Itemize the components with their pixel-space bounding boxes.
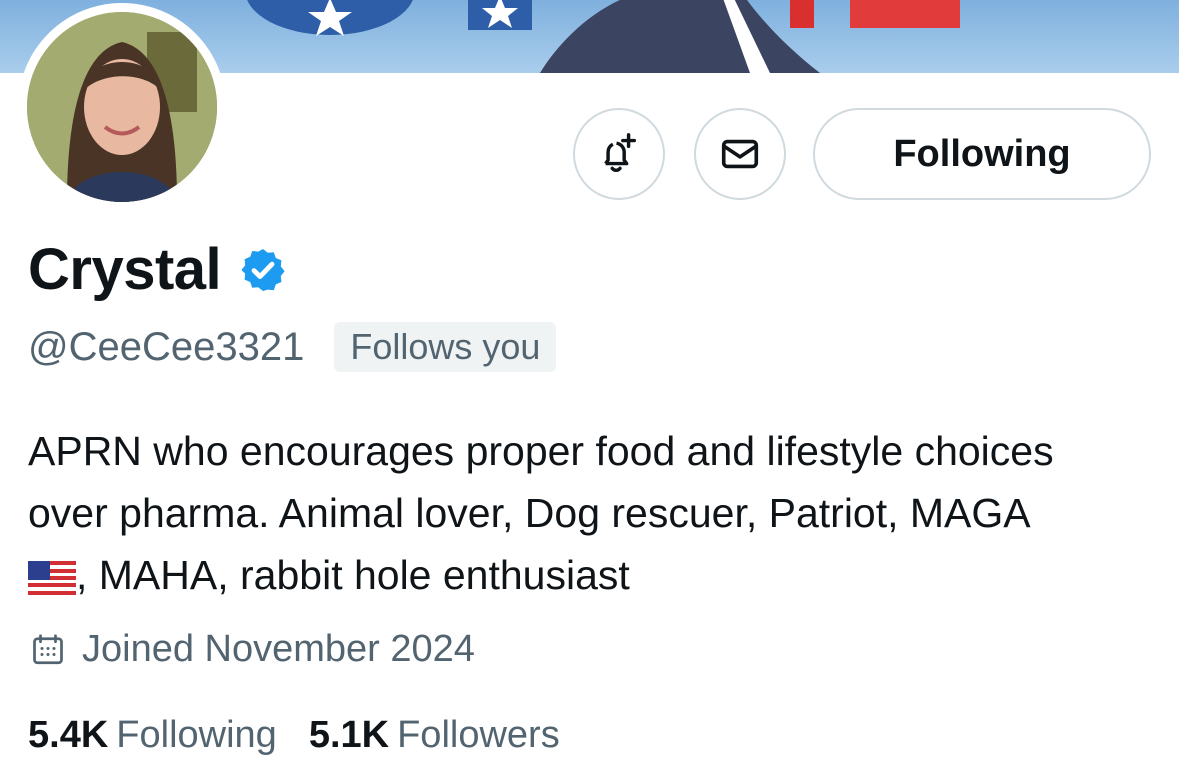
followers-count: 5.1K <box>308 714 390 756</box>
follow-stats: 5.4K Following 5.1K Followers <box>28 714 560 757</box>
message-button[interactable] <box>694 108 786 200</box>
verified-badge-icon[interactable] <box>239 246 287 294</box>
display-name: Crystal <box>28 237 222 302</box>
calendar-icon <box>33 633 63 664</box>
joined-row: Joined November 2024 <box>30 628 475 671</box>
profile-bio: APRN who encourages proper food and life… <box>28 420 1168 606</box>
following-label: Following <box>116 714 277 756</box>
handle-row: @CeeCee3321 Follows you <box>28 322 557 372</box>
followers-label: Followers <box>397 714 560 756</box>
profile-name-row: Crystal <box>28 236 287 303</box>
bell-plus-icon <box>604 133 637 172</box>
bio-line: over pharma. Animal lover, Dog rescuer, … <box>28 490 1031 536</box>
username-handle: @CeeCee3321 <box>28 324 305 369</box>
avatar-photo <box>27 12 217 202</box>
bio-line-with-flag: , MAHA, rabbit hole enthusiast <box>28 544 1168 606</box>
followers-stat-link[interactable]: 5.1K Followers <box>309 714 560 757</box>
notifications-button[interactable] <box>573 108 665 200</box>
us-flag-emoji <box>28 561 76 595</box>
following-button-label: Following <box>893 132 1071 175</box>
profile-avatar[interactable] <box>18 3 226 211</box>
following-button[interactable]: Following <box>813 108 1151 200</box>
bio-line: , MAHA, rabbit hole enthusiast <box>76 552 630 598</box>
following-count: 5.4K <box>28 714 109 756</box>
bio-line: APRN who encourages proper food and life… <box>28 428 1054 474</box>
joined-date: Joined November 2024 <box>82 628 475 670</box>
following-stat-link[interactable]: 5.4K Following <box>28 714 277 757</box>
follows-you-badge: Follows you <box>334 322 557 372</box>
envelope-icon <box>721 139 759 169</box>
